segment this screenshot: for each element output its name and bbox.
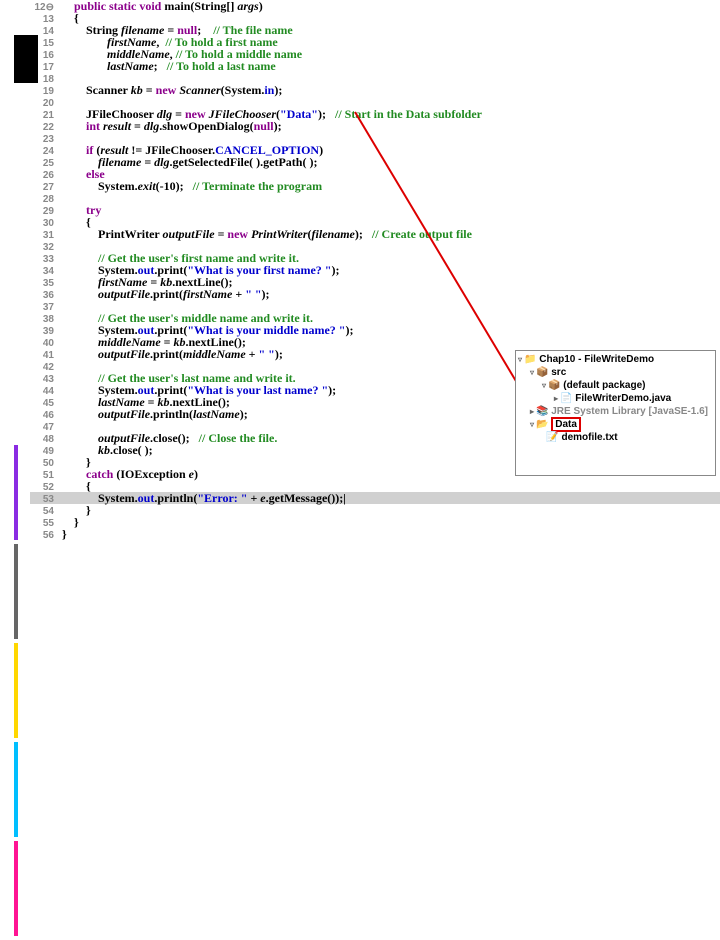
- tree-item[interactable]: ▿📦 (default package): [518, 379, 713, 392]
- tree-item[interactable]: ▿📁 Chap10 - FileWriteDemo: [518, 353, 713, 366]
- code-line[interactable]: 56}: [30, 528, 720, 540]
- code-line[interactable]: 27 System.exit(-10); // Terminate the pr…: [30, 180, 720, 192]
- code-line[interactable]: 31 PrintWriter outputFile = new PrintWri…: [30, 228, 720, 240]
- code-line[interactable]: 53 System.out.println("Error: " + e.getM…: [30, 492, 720, 504]
- code-line[interactable]: 36 outputFile.print(firstName + " ");: [30, 288, 720, 300]
- code-line[interactable]: 12⊖ public static void main(String[] arg…: [30, 0, 720, 12]
- code-line[interactable]: 29 try: [30, 204, 720, 216]
- code-line[interactable]: 17 lastName; // To hold a last name: [30, 60, 720, 72]
- left-color-stripes: [14, 445, 22, 540]
- package-explorer[interactable]: ▿📁 Chap10 - FileWriteDemo▿📦 src▿📦 (defau…: [515, 350, 716, 476]
- tree-item[interactable]: 📝 demofile.txt: [518, 431, 713, 444]
- tree-item[interactable]: ▿📂 Data: [518, 418, 713, 431]
- code-line[interactable]: 25 filename = dlg.getSelectedFile( ).get…: [30, 156, 720, 168]
- code-line[interactable]: 28: [30, 192, 720, 204]
- tree-item[interactable]: ▸📄 FileWriterDemo.java: [518, 392, 713, 405]
- tree-item[interactable]: ▸📚 JRE System Library [JavaSE-1.6]: [518, 405, 713, 418]
- code-line[interactable]: 22 int result = dlg.showOpenDialog(null)…: [30, 120, 720, 132]
- code-line[interactable]: 19 Scanner kb = new Scanner(System.in);: [30, 84, 720, 96]
- code-line[interactable]: 54 }: [30, 504, 720, 516]
- code-line[interactable]: 55 }: [30, 516, 720, 528]
- tree-item[interactable]: ▿📦 src: [518, 366, 713, 379]
